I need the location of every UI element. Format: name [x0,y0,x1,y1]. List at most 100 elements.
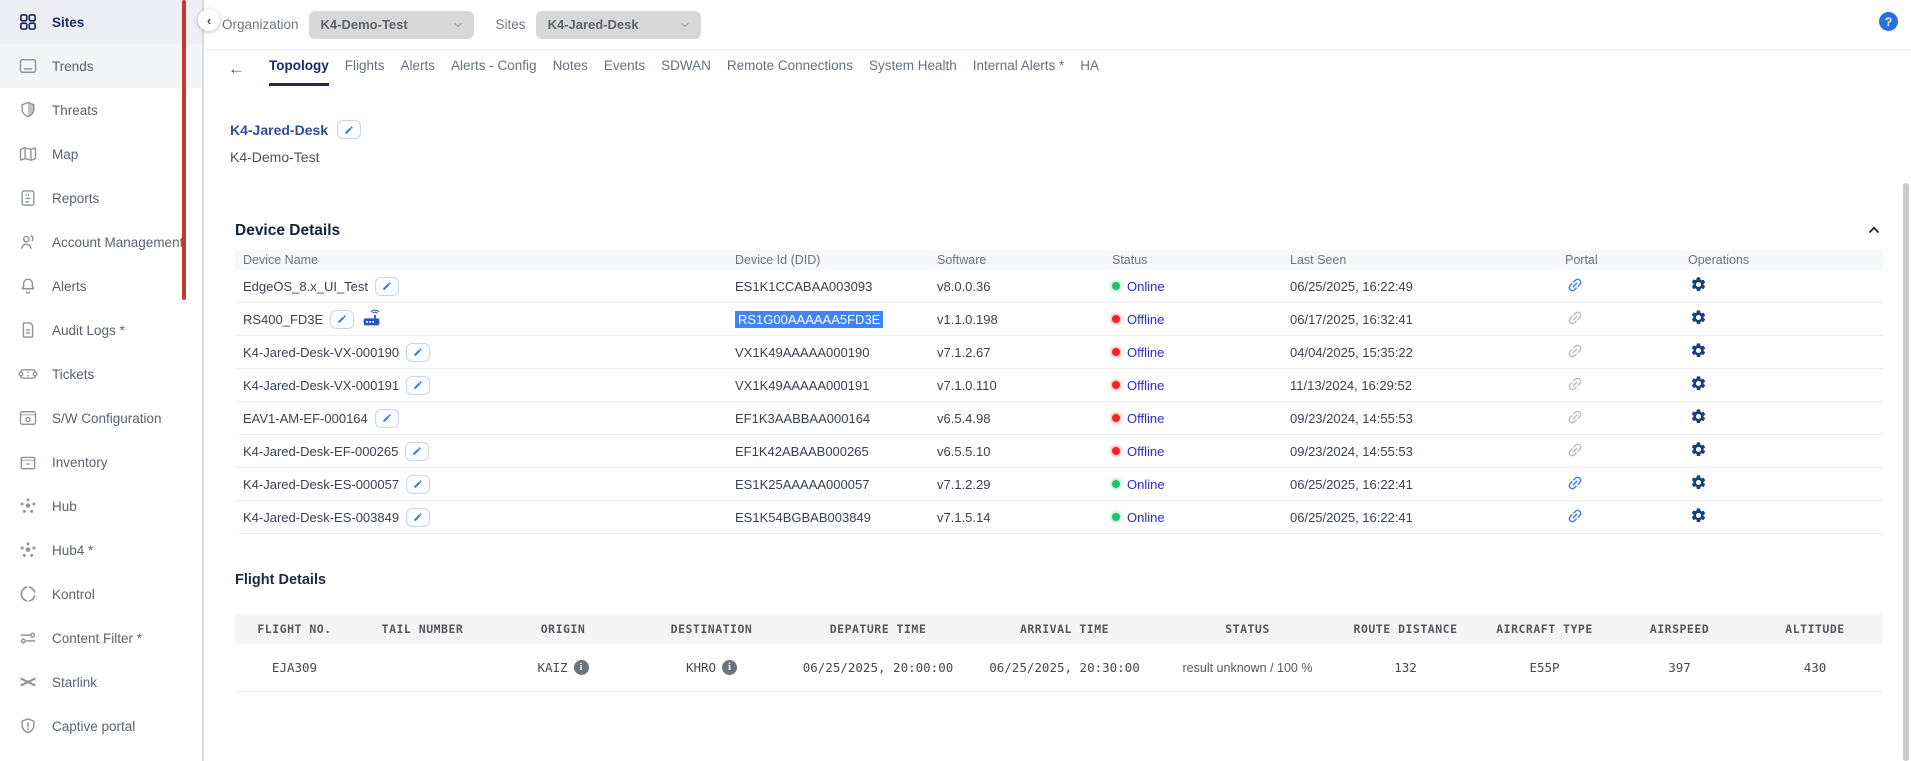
edit-device-name-button[interactable] [406,475,430,494]
tab-events[interactable]: Events [604,58,645,83]
sidebar-item-tickets[interactable]: Tickets [0,352,202,396]
sidebar-item-threats[interactable]: Threats [0,88,202,132]
sidebar-item-inventory[interactable]: Inventory [0,440,202,484]
sidebar-item-kontrol[interactable]: Kontrol [0,572,202,616]
status-badge: Offline [1127,345,1164,360]
portal-link-icon[interactable] [1565,342,1585,362]
sidebar-item-label: S/W Configuration [52,411,162,426]
info-icon[interactable]: i [722,660,737,675]
sidebar-collapse-button[interactable]: ‹ [198,9,220,31]
portal-link-icon[interactable] [1565,507,1585,527]
site-organization: K4-Demo-Test [230,149,319,165]
operations-gear-icon[interactable] [1688,441,1708,461]
flight-details-section: Flight Details FLIGHT NO. TAIL NUMBER OR… [235,572,1883,692]
column-header: DESTINATION [635,622,788,636]
aircraft-type: E55P [1477,660,1612,675]
device-name: K4-Jared-Desk-ES-003849 [243,510,399,525]
edit-device-name-button[interactable] [405,442,429,461]
portal-link-icon[interactable] [1565,408,1585,428]
sidebar-item-audit-logs[interactable]: Audit Logs * [0,308,202,352]
edit-device-name-button[interactable] [406,343,430,362]
edit-site-name-button[interactable] [337,120,361,139]
sidebar-item-reports[interactable]: Reports [0,176,202,220]
help-icon[interactable]: ? [1879,12,1898,31]
sidebar-item-label: Kontrol [52,587,95,602]
ticket-icon [18,364,38,384]
sidebar-item-alerts[interactable]: Alerts [0,264,202,308]
status-dot [1112,282,1120,290]
sidebar-item-starlink[interactable]: Starlink [0,660,202,704]
tab-flights[interactable]: Flights [345,58,385,83]
tab-ha[interactable]: HA [1080,58,1099,83]
device-id: ES1K25AAAAA000057 [735,477,869,492]
edit-device-name-button[interactable] [406,508,430,527]
shield-icon [18,100,38,120]
operations-gear-icon[interactable] [1688,309,1708,329]
portal-link-icon[interactable] [1565,309,1585,329]
tab-system-health[interactable]: System Health [869,58,957,83]
reports-icon [18,188,38,208]
organization-select[interactable]: K4-Demo-Test [309,11,474,39]
edit-device-name-button[interactable] [330,310,354,329]
sidebar-item-content-filter[interactable]: Content Filter * [0,616,202,660]
tab-topology[interactable]: Topology [269,58,329,86]
portal-link-icon[interactable] [1565,375,1585,395]
tab-alerts[interactable]: Alerts [401,58,436,83]
tab-alerts-config[interactable]: Alerts - Config [451,58,537,83]
map-icon [18,144,38,164]
sites-select[interactable]: K4-Jared-Desk [536,11,701,39]
software-version: v6.5.5.10 [929,444,1104,459]
operations-gear-icon[interactable] [1688,507,1708,527]
operations-gear-icon[interactable] [1688,474,1708,494]
sidebar-item-sites[interactable]: Sites [0,0,202,44]
info-icon[interactable]: i [574,660,589,675]
portal-link-icon[interactable] [1565,276,1585,296]
back-arrow-icon[interactable]: ← [228,58,245,80]
sidebar-item-label: Captive portal [52,719,135,734]
sidebar-item-label: Map [52,147,78,162]
table-row: K4-Jared-Desk-EF-000265 EF1K42ABAAB00026… [235,435,1883,468]
device-name: K4-Jared-Desk-EF-000265 [243,444,398,459]
sidebar-item-trends[interactable]: Trends [0,44,202,88]
operations-gear-icon[interactable] [1688,342,1708,362]
portal-link-icon[interactable] [1565,474,1585,494]
pencil-icon [412,446,422,456]
operations-gear-icon[interactable] [1688,408,1708,428]
pencil-icon [413,380,423,390]
column-header: ALTITUDE [1747,622,1883,636]
status-dot [1112,348,1120,356]
sidebar-item-hub4[interactable]: Hub4 * [0,528,202,572]
sidebar-item-sw-configuration[interactable]: S/W Configuration [0,396,202,440]
edit-device-name-button[interactable] [375,277,399,296]
sidebar-item-label: Trends [52,59,94,74]
column-header: ROUTE DISTANCE [1334,622,1477,636]
sidebar-item-label: Inventory [52,455,108,470]
page-scrollbar[interactable] [1903,183,1909,761]
sidebar-item-map[interactable]: Map [0,132,202,176]
tab-internal-alerts[interactable]: Internal Alerts * [973,58,1065,83]
device-id: ES1K54BGBAB003849 [735,510,871,525]
sidebar-item-account-management[interactable]: Account Management [0,220,202,264]
software-version: v7.1.5.14 [929,510,1104,525]
tab-notes[interactable]: Notes [553,58,588,83]
edit-device-name-button[interactable] [406,376,430,395]
sidebar-item-captive-portal[interactable]: Captive portal [0,704,202,748]
status-dot [1112,315,1120,323]
tab-sdwan[interactable]: SDWAN [661,58,711,83]
chevron-down-icon [452,19,464,31]
table-row: EJA309 KAIZ i KHRO i 06/25/2025, 20:00:0… [235,644,1883,692]
operations-gear-icon[interactable] [1688,375,1708,395]
sidebar-item-hub[interactable]: Hub [0,484,202,528]
chevron-up-icon[interactable] [1865,222,1883,240]
last-seen: 11/13/2024, 16:29:52 [1282,378,1557,393]
sidebar-scrollbar[interactable] [182,0,186,300]
portal-link-icon[interactable] [1565,441,1585,461]
tab-remote-connections[interactable]: Remote Connections [727,58,853,83]
sidebar-item-label: Content Filter * [52,631,142,646]
operations-gear-icon[interactable] [1688,276,1708,296]
device-name: RS400_FD3E [243,312,323,327]
column-header: FLIGHT NO. [235,622,354,636]
edit-device-name-button[interactable] [375,409,399,428]
site-name-link[interactable]: K4-Jared-Desk [230,122,328,138]
sidebar-item-label: Starlink [52,675,97,690]
